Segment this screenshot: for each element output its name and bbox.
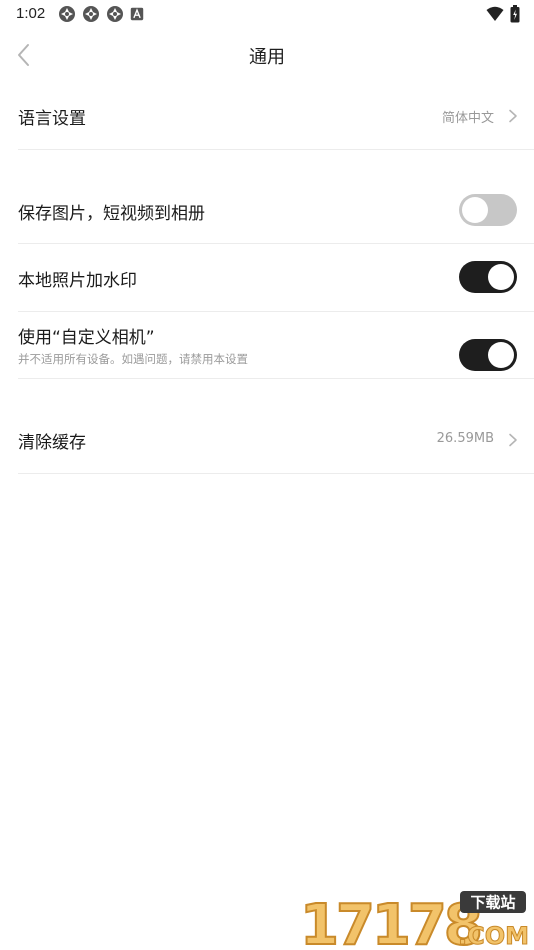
wifi-icon: [486, 6, 504, 21]
notification-icons: [58, 5, 144, 23]
custom-camera-row: 使用“自定义相机” 并不适用所有设备。如遇问题，请禁用本设置: [18, 312, 534, 379]
system-icons: [486, 5, 520, 23]
save-media-row: 保存图片，短视频到相册: [18, 176, 534, 244]
watermark-toggle[interactable]: [459, 261, 517, 293]
cache-size-value: 26.59MB: [436, 431, 494, 446]
chevron-right-icon: [509, 433, 517, 447]
title-bar: 通用: [0, 28, 534, 82]
watermark-number: 17178: [300, 893, 480, 948]
language-setting-row[interactable]: 语言设置 简体中文: [18, 82, 534, 150]
language-value: 简体中文: [441, 111, 494, 126]
clear-cache-label: 清除缓存: [18, 433, 86, 453]
toggle-knob: [488, 264, 514, 290]
custom-camera-toggle[interactable]: [459, 339, 517, 371]
app-icon: [59, 6, 75, 22]
toggle-knob: [462, 197, 488, 223]
app-icon: [107, 6, 123, 22]
battery-icon: [510, 5, 520, 23]
toggle-knob: [488, 342, 514, 368]
language-setting-label: 语言设置: [18, 109, 86, 129]
a-icon: [130, 7, 144, 21]
page-title: 通用: [249, 47, 285, 68]
save-media-toggle[interactable]: [459, 194, 517, 226]
watermark-suffix: .COM: [458, 922, 529, 948]
watermark-label: 本地照片加水印: [18, 271, 137, 291]
watermark-badge: 下载站: [470, 894, 515, 912]
custom-camera-sublabel: 并不适用所有设备。如遇问题，请禁用本设置: [18, 352, 248, 366]
app-icon: [83, 6, 99, 22]
watermark-row: 本地照片加水印: [18, 244, 534, 312]
chevron-right-icon: [509, 109, 517, 123]
clear-cache-row[interactable]: 清除缓存 26.59MB: [18, 405, 534, 474]
save-media-label: 保存图片，短视频到相册: [18, 204, 205, 224]
status-time: 1:02: [16, 5, 46, 22]
custom-camera-label: 使用“自定义相机”: [18, 328, 155, 348]
status-bar: 1:02: [0, 0, 534, 28]
site-watermark-logo: 17178 下载站 .COM: [299, 891, 530, 948]
